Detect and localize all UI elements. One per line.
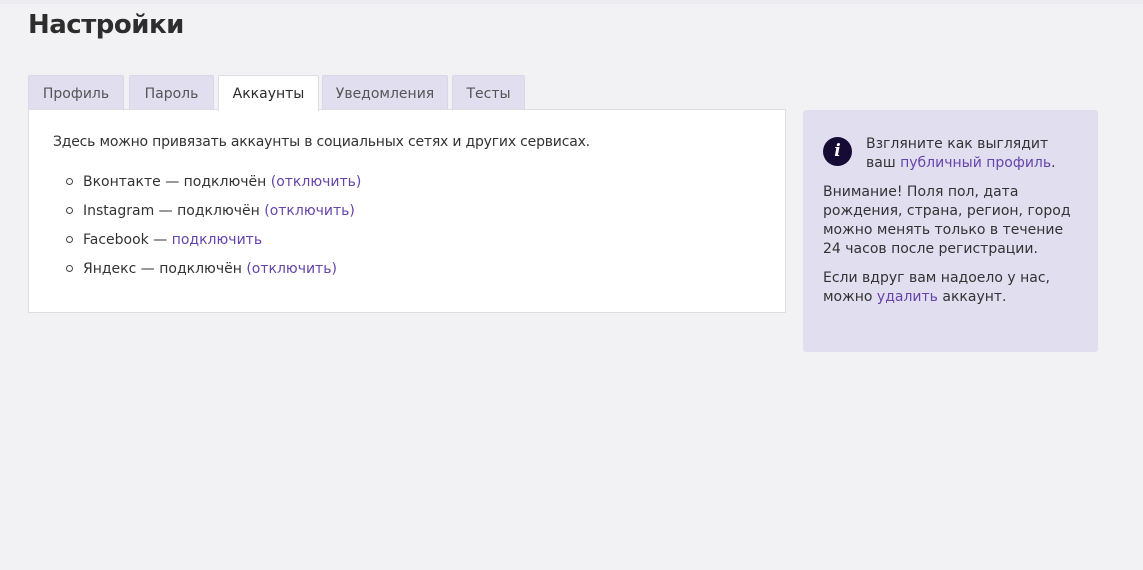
bullet-icon [66, 265, 73, 272]
fields-warning: Внимание! Поля пол, дата рождения, стран… [823, 184, 1071, 257]
account-service: Яндекс [83, 261, 137, 277]
disconnect-yandex-link[interactable]: (отключить) [246, 261, 337, 277]
disconnect-vkontakte-link[interactable]: (отключить) [271, 174, 362, 190]
accounts-panel: Здесь можно привязать аккаунты в социаль… [28, 109, 786, 313]
tab-notifications[interactable]: Уведомления [322, 75, 448, 110]
delete-account-link[interactable]: удалить [877, 289, 938, 305]
info-icon: i [823, 137, 852, 166]
account-status: — подключён [154, 203, 265, 219]
account-item-instagram: Instagram — подключён (отключить) [66, 202, 361, 231]
account-item-vkontakte: Вконтакте — подключён (отключить) [66, 173, 362, 202]
account-status: — подключён [160, 174, 271, 190]
account-item-facebook: Facebook — подключить [66, 231, 361, 260]
account-service: Facebook [83, 232, 149, 248]
accounts-list: Вконтакте — подключён (отключить) Instag… [66, 173, 362, 289]
page-title: Настройки [28, 10, 184, 40]
accounts-intro: Здесь можно привязать аккаунты в социаль… [53, 134, 590, 150]
top-bar [0, 0, 1143, 4]
account-status: — [148, 232, 172, 248]
tab-accounts[interactable]: Аккаунты [218, 75, 319, 111]
connect-facebook-link[interactable]: подключить [172, 232, 262, 248]
tab-profile[interactable]: Профиль [28, 75, 124, 110]
disconnect-instagram-link[interactable]: (отключить) [264, 203, 355, 219]
public-profile-link[interactable]: публичный профиль [900, 155, 1051, 171]
bullet-icon [66, 207, 73, 214]
account-item-yandex: Яндекс — подключён (отключить) [66, 260, 361, 289]
account-service: Вконтакте [83, 174, 161, 190]
tab-tests[interactable]: Тесты [452, 75, 525, 110]
public-profile-note: Взгляните как выглядит ваш публичный про… [866, 136, 1056, 171]
account-status: — подключён [136, 261, 247, 277]
info-sidebar: i Взгляните как выглядит ваш публичный п… [803, 110, 1098, 352]
account-service: Instagram [83, 203, 155, 219]
bullet-icon [66, 236, 73, 243]
bullet-icon [66, 178, 73, 185]
tab-password[interactable]: Пароль [129, 75, 214, 110]
delete-account-note: Если вдруг вам надоело у нас, можно удал… [823, 270, 1050, 305]
